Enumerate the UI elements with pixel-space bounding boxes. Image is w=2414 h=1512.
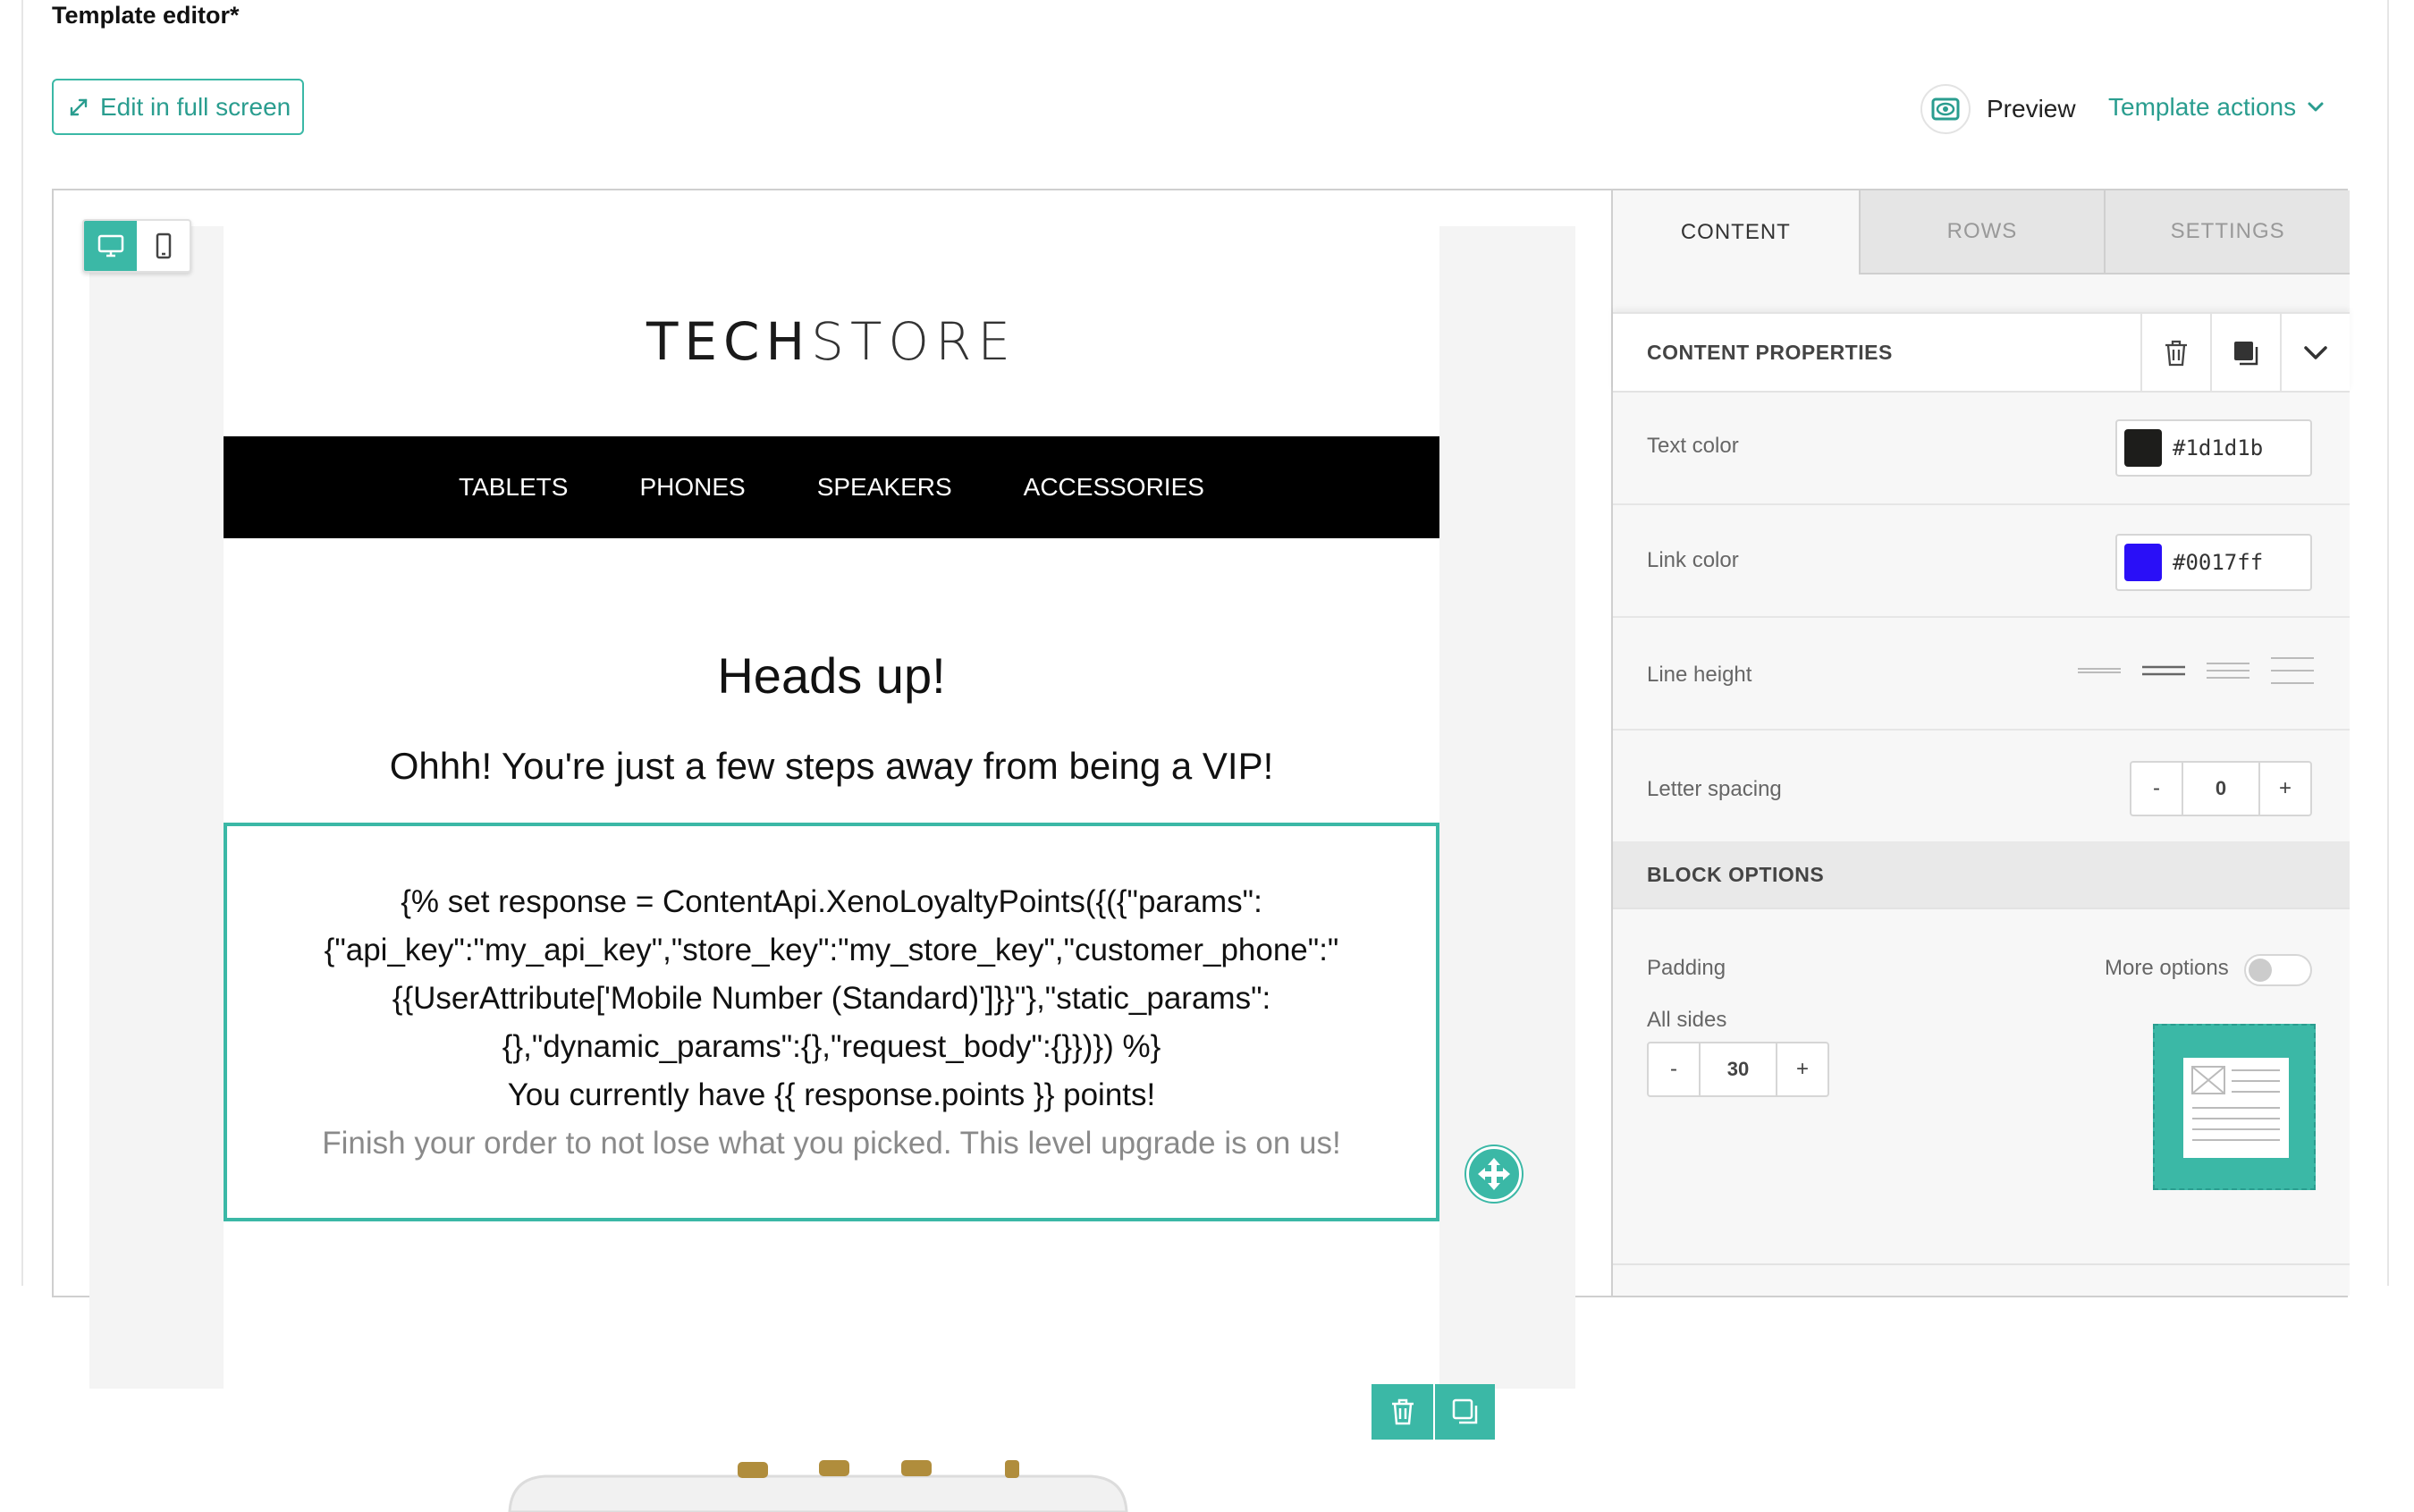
line-height-compact-icon[interactable] [2076,655,2123,686]
letter-spacing-label: Letter spacing [1647,777,1782,801]
text-color-label: Text color [1647,434,1739,458]
preview-label: Preview [1987,95,2076,122]
nav-item-tablets[interactable]: TABLETS [459,473,568,502]
letter-spacing-decrease-button[interactable]: - [2131,763,2182,815]
link-color-value: #0017ff [2173,550,2264,575]
product-image [508,1460,1128,1512]
padding-label: Padding [1647,956,1726,980]
line-height-options [2076,655,2316,686]
letter-spacing-stepper: - 0 + [2130,761,2312,816]
link-color-label: Link color [1647,548,1739,572]
points-line: You currently have {{ response.points }}… [507,1077,1156,1112]
letter-spacing-value[interactable]: 0 [2182,763,2260,815]
device-toggle [82,219,191,273]
edit-full-screen-button[interactable]: Edit in full screen [52,79,304,135]
text-line: {{UserAttribute['Mobile Number (Standard… [392,981,1271,1016]
duplicate-icon [2234,342,2258,366]
text-color-row: Text color #1d1d1b [1613,393,2350,505]
line-height-label: Line height [1647,663,1752,687]
text-color-field[interactable]: #1d1d1b [2115,419,2312,477]
padding-increase-button[interactable]: + [1777,1043,1827,1095]
mobile-icon [156,232,171,259]
chevron-down-icon [2308,102,2324,112]
link-color-swatch [2124,544,2162,581]
duplicate-content-button[interactable] [2210,314,2280,393]
logo-light-text: STORE [811,311,1017,372]
selected-text-block[interactable]: {% set response = ContentApi.XenoLoyalty… [224,823,1439,1221]
line-height-normal-icon[interactable] [2140,655,2187,686]
logo-bold-text: TECH [646,311,812,372]
expand-icon [70,98,88,115]
padding-decrease-button[interactable]: - [1649,1043,1699,1095]
muted-line: Finish your order to not lose what you p… [322,1126,1341,1161]
move-icon [1478,1158,1510,1190]
text-line: {"api_key":"my_api_key","store_key":"my_… [324,933,1339,967]
tab-rows[interactable]: ROWS [1858,190,2105,275]
padding-preview-content [2183,1058,2289,1158]
page-title: Template editor* [52,2,240,29]
email-canvas: TECHSTORE TABLETS PHONES SPEAKERS ACCESS… [54,190,1611,1512]
template-actions-label: Template actions [2108,93,2297,121]
trash-icon [2165,340,2187,367]
move-handle[interactable] [1466,1146,1522,1202]
line-height-loose-icon[interactable] [2269,655,2316,686]
trash-icon [1391,1398,1414,1425]
line-height-relaxed-icon[interactable] [2205,655,2251,686]
more-options-label: More options [2105,956,2229,980]
padding-preview [2153,1024,2316,1190]
duplicate-icon [1452,1398,1477,1424]
text-line: {},"dynamic_params":{},"request_body":{}… [502,1029,1161,1064]
edit-full-screen-label: Edit in full screen [100,92,291,121]
content-properties-title: CONTENT PROPERTIES [1647,341,1893,364]
more-options-toggle[interactable] [2244,954,2312,986]
nav-item-phones[interactable]: PHONES [639,473,745,502]
collapse-button[interactable] [2280,314,2350,393]
content-properties-actions [2140,314,2350,393]
preview-button[interactable]: Preview [1920,84,2076,134]
letter-spacing-row: Letter spacing - 0 + [1613,731,2350,843]
eye-icon [1920,84,1971,134]
delete-content-button[interactable] [2140,314,2210,393]
desktop-icon [97,234,123,258]
nav-item-accessories[interactable]: ACCESSORIES [1024,473,1204,502]
email-heading[interactable]: Heads up! [224,646,1439,705]
panel-tabs: CONTENT ROWS SETTINGS [1613,190,2350,275]
duplicate-block-button[interactable] [1433,1384,1495,1440]
padding-stepper: - 30 + [1647,1042,1829,1097]
nav-item-speakers[interactable]: SPEAKERS [817,473,952,502]
delete-block-button[interactable] [1372,1384,1433,1440]
editor-container: TECHSTORE TABLETS PHONES SPEAKERS ACCESS… [52,189,2350,1512]
text-line: {% set response = ContentApi.XenoLoyalty… [401,884,1262,919]
block-preview-icon [2191,1066,2280,1141]
template-actions-dropdown[interactable]: Template actions [2108,89,2325,125]
desktop-view-button[interactable] [84,221,137,271]
block-options-header: BLOCK OPTIONS [1613,841,2350,909]
panel-divider [1613,1263,2350,1265]
content-properties-header: CONTENT PROPERTIES [1613,312,2350,393]
tab-content[interactable]: CONTENT [1613,190,1859,275]
email-body: TECHSTORE TABLETS PHONES SPEAKERS ACCESS… [224,226,1439,1512]
line-height-row: Line height [1613,618,2350,731]
block-options-title: BLOCK OPTIONS [1647,863,1825,886]
email-subheading[interactable]: Ohhh! You're just a few steps away from … [224,745,1439,788]
padding-value[interactable]: 30 [1699,1043,1777,1095]
properties-panel: CONTENT ROWS SETTINGS CONTENT PROPERTIES [1611,190,2350,1296]
link-color-field[interactable]: #0017ff [2115,534,2312,591]
letter-spacing-increase-button[interactable]: + [2260,763,2310,815]
mobile-view-button[interactable] [137,221,190,271]
toggle-knob [2249,959,2272,982]
chevron-down-icon [2304,346,2327,359]
all-sides-label: All sides [1647,1008,1727,1032]
email-nav-bar: TABLETS PHONES SPEAKERS ACCESSORIES [224,436,1439,538]
link-color-row: Link color #0017ff [1613,505,2350,618]
techstore-logo: TECHSTORE [224,311,1439,372]
block-actions [1372,1384,1495,1440]
text-color-swatch [2124,429,2162,467]
tab-settings[interactable]: SETTINGS [2104,190,2350,275]
text-color-value: #1d1d1b [2173,435,2264,460]
